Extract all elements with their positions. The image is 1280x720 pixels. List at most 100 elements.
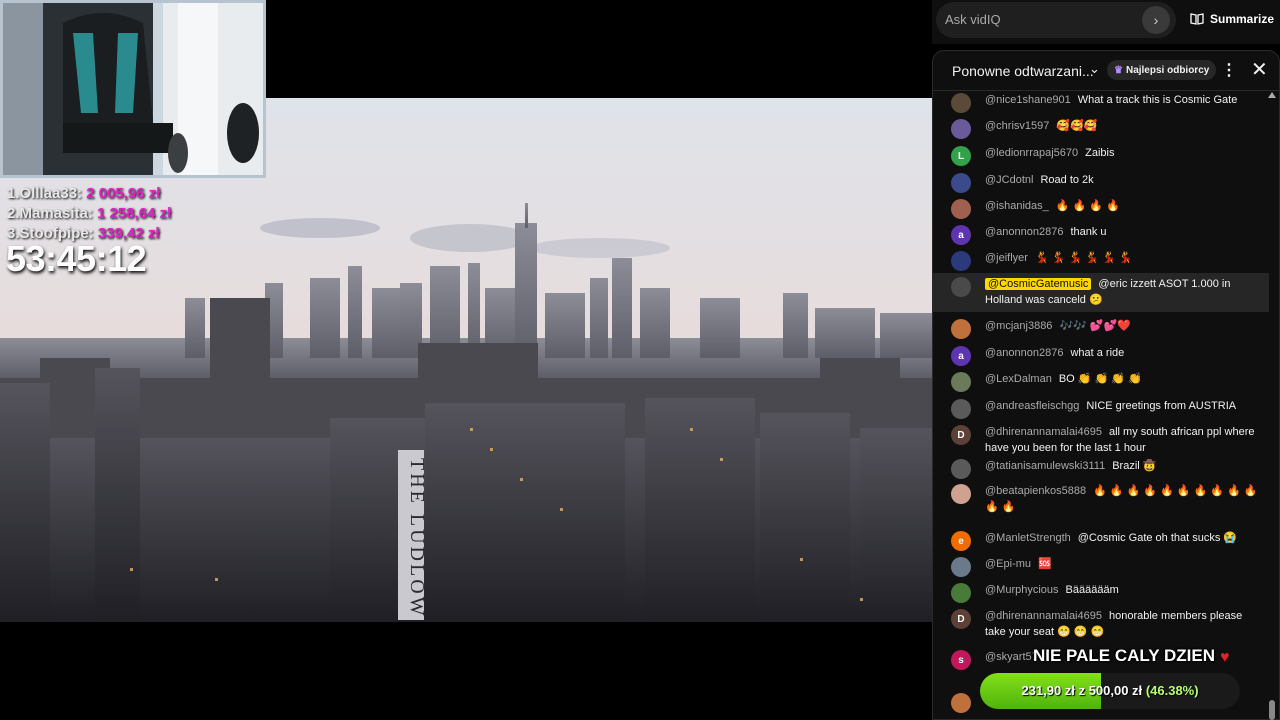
avatar[interactable]: L [951,146,971,166]
chat-message[interactable]: @beatapienkos5888 🔥 🔥 🔥 🔥 🔥 🔥 🔥 🔥 🔥 🔥 🔥 🔥 [951,483,1271,515]
avatar[interactable] [951,199,971,219]
message-text: @Cosmic Gate oh that sucks 😭 [1077,532,1238,544]
message-body: @JCdotnl Road to 2k [985,172,1260,193]
message-author[interactable]: @skyart57 [985,651,1038,663]
avatar[interactable]: D [951,609,971,629]
chat-message[interactable]: @ishanidas_ 🔥 🔥 🔥 🔥 [951,198,1271,219]
message-body: @CosmicGatemusic @eric izzett ASOT 1.000 … [985,276,1260,308]
donor-name: 2.Mamasita: [7,205,93,222]
avatar[interactable] [951,372,971,392]
message-text: 💃 💃 💃 💃 💃 💃 [1034,252,1133,264]
chat-message[interactable]: a @anonnon2876 thank u [951,224,1271,245]
message-author[interactable]: @dhirenannamalai4695 [985,426,1102,438]
message-author[interactable]: @ManletStrength [985,532,1071,544]
chat-scrollbar[interactable] [1269,700,1275,720]
chat-message[interactable]: @chrisv1597 🥰🥰🥰 [951,118,1271,139]
stream-timer: 53:45:12 [6,238,147,279]
message-author[interactable]: @LexDalman [985,373,1052,385]
message-author[interactable]: @dhirenannamalai4695 [985,610,1102,622]
chat-message[interactable]: D @dhirenannamalai4695 honorable members p… [951,608,1271,640]
avatar[interactable]: D [951,425,971,445]
message-author[interactable]: @mcjanj3886 [985,320,1052,332]
chat-message[interactable]: @tatianisamulewski3111 Brazil 🤠 [951,458,1271,479]
avatar[interactable] [951,693,971,713]
chat-message[interactable]: e @ManletStrength @Cosmic Gate oh that suc… [951,530,1271,551]
avatar[interactable] [951,93,971,113]
message-author[interactable]: @ledionrrapaj5670 [985,147,1078,159]
goal-target: 500,00 zł [1088,683,1143,698]
avatar[interactable] [951,119,971,139]
avatar[interactable]: s [951,650,971,670]
avatar[interactable] [951,557,971,577]
live-chat-panel: Ponowne odtwarzani... ⌄ ♛ Najlepsi odbio… [932,50,1280,720]
message-author[interactable]: @chrisv1597 [985,120,1049,132]
message-text: 🎶🎶 💕💕❤️ [1059,320,1131,332]
message-body: @Murphycious Bääääääm [985,582,1260,603]
chat-message[interactable]: @Murphycious Bääääääm [951,582,1271,603]
message-author[interactable]: @JCdotnl [985,174,1033,186]
summarize-button[interactable]: Summarize [1190,12,1274,26]
avatar[interactable] [951,459,971,479]
chat-message[interactable]: @mcjanj3886 🎶🎶 💕💕❤️ [951,318,1271,339]
message-author[interactable]: @Epi-mu [985,558,1031,570]
chat-message[interactable]: @andreasfleischgg NICE greetings from AUS… [951,398,1271,419]
message-text: 🔥 🔥 🔥 🔥 [1055,200,1120,212]
avatar[interactable] [951,399,971,419]
chevron-down-icon[interactable]: ⌄ [1089,61,1100,77]
ask-submit-button[interactable]: › [1142,6,1170,34]
chat-message[interactable]: @LexDalman BO 👏 👏 👏 👏 [951,371,1271,392]
message-body: @Epi-mu 🆘 [985,556,1260,577]
avatar[interactable]: e [951,531,971,551]
ask-vidiq-placeholder: Ask vidIQ [945,12,1001,27]
chat-message[interactable]: @jeiflyer 💃 💃 💃 💃 💃 💃 [951,250,1271,271]
message-text: 🥰🥰🥰 [1056,120,1098,132]
top-fans-badge[interactable]: ♛ Najlepsi odbiorcy [1107,60,1217,80]
chat-message[interactable]: @nice1shane901 What a track this is Cosmi… [951,92,1271,113]
crown-icon: ♛ [1114,64,1123,76]
donor-row: 1.Olllaa33: 2 005,96 zł [7,184,171,204]
book-icon [1190,13,1204,25]
avatar[interactable] [951,583,971,603]
avatar[interactable] [951,484,971,504]
message-body: @nice1shane901 What a track this is Cosmi… [985,92,1260,113]
message-author[interactable]: @Murphycious [985,584,1059,596]
avatar[interactable] [951,319,971,339]
chat-message[interactable]: L @ledionrrapaj5670 Zaibis [951,145,1271,166]
message-author[interactable]: @andreasfleischgg [985,400,1079,412]
avatar[interactable]: a [951,225,971,245]
message-author[interactable]: @anonnon2876 [985,226,1063,238]
message-body: @anonnon2876 what a ride [985,345,1260,366]
message-text: Brazil 🤠 [1112,460,1157,472]
building-sign: THE LUDLOW [406,458,428,619]
message-author[interactable]: @CosmicGatemusic [985,278,1092,290]
message-author[interactable]: @anonnon2876 [985,347,1063,359]
message-author[interactable]: @nice1shane901 [985,94,1071,106]
message-text: Road to 2k [1040,174,1094,186]
close-icon[interactable]: ✕ [1251,57,1268,82]
message-author[interactable]: @jeiflyer [985,252,1028,264]
avatar[interactable] [951,173,971,193]
top-donors-list: 1.Olllaa33: 2 005,96 zł 2.Mamasita: 1 25… [7,184,171,244]
more-options-icon[interactable]: ⋮ [1221,60,1237,80]
chat-message[interactable]: @Epi-mu 🆘 [951,556,1271,577]
donor-amount: 1 258,64 zł [97,205,172,222]
chat-message[interactable]: a @anonnon2876 what a ride [951,345,1271,366]
chat-message[interactable]: @JCdotnl Road to 2k [951,172,1271,193]
goal-title: NIE PALE CALY DZIEN [1033,646,1215,665]
message-text: thank u [1070,226,1107,238]
message-text: Bääääääm [1065,584,1119,596]
message-text: Zaibis [1085,147,1115,159]
chat-mode-title[interactable]: Ponowne odtwarzani... [952,63,1094,79]
message-author[interactable]: @ishanidas_ [985,200,1049,212]
scroll-up-arrow[interactable] [1268,92,1276,98]
message-author[interactable]: @tatianisamulewski3111 [985,460,1105,472]
message-body: @mcjanj3886 🎶🎶 💕💕❤️ [985,318,1260,339]
message-body: @ishanidas_ 🔥 🔥 🔥 🔥 [985,198,1260,219]
avatar[interactable]: a [951,346,971,366]
summarize-label: Summarize [1210,12,1275,26]
message-author[interactable]: @beatapienkos5888 [985,485,1086,497]
avatar[interactable] [951,277,971,297]
avatar[interactable] [951,251,971,271]
chat-message[interactable]: @CosmicGatemusic @eric izzett ASOT 1.000 … [933,273,1269,312]
chat-message[interactable]: D @dhirenannamalai4695 all my south africa… [951,424,1271,456]
